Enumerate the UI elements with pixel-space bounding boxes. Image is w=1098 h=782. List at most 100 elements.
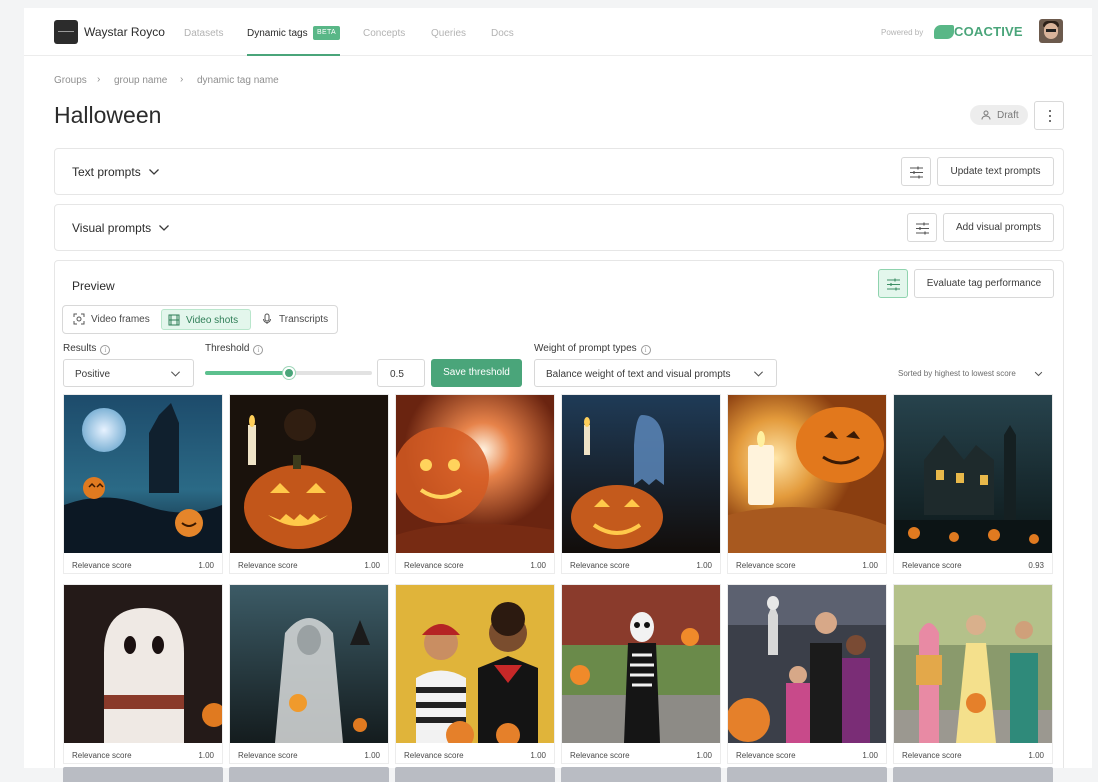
breadcrumb-group-name[interactable]: group name: [114, 75, 167, 86]
frame-icon: [73, 313, 85, 325]
nav-queries[interactable]: Queries: [431, 28, 466, 39]
relevance-score-value: 1.00: [364, 751, 380, 760]
threshold-slider-handle[interactable]: [283, 367, 295, 379]
relevance-score-label: Relevance score: [736, 751, 796, 760]
results-label-text: Results: [63, 343, 97, 354]
result-card-partial[interactable]: [893, 767, 1053, 782]
tab-video-shots[interactable]: Video shots: [161, 309, 251, 330]
relevance-score-label: Relevance score: [72, 751, 132, 760]
tab-label: Video frames: [91, 314, 150, 325]
info-icon[interactable]: i: [100, 345, 111, 355]
save-threshold-button[interactable]: Save threshold: [431, 359, 522, 387]
preview-mode-tabs: Video frames Video shots Transcripts: [62, 305, 338, 334]
result-card[interactable]: Relevance score 1.00: [727, 584, 887, 764]
result-card-partial[interactable]: [395, 767, 555, 782]
text-prompts-panel: Text prompts Update text prompts: [54, 148, 1064, 195]
nav-docs[interactable]: Docs: [491, 28, 514, 39]
chevron-down-icon[interactable]: [148, 168, 160, 176]
weight-select-value: Balance weight of text and visual prompt…: [546, 369, 731, 380]
sort-dropdown[interactable]: Sorted by highest to lowest score: [898, 369, 1043, 378]
tab-transcripts[interactable]: Transcripts: [255, 309, 335, 330]
result-card-partial[interactable]: [561, 767, 721, 782]
skeleton-costume-image: [562, 585, 720, 743]
result-card-partial[interactable]: [229, 767, 389, 782]
relevance-score-value: 1.00: [862, 561, 878, 570]
glowing-pumpkin-image: [396, 395, 554, 553]
result-card[interactable]: Relevance score 1.00: [395, 394, 555, 574]
result-card-partial[interactable]: [63, 767, 223, 782]
carved-pumpkin-image: [230, 395, 388, 553]
result-card[interactable]: Relevance score 1.00: [893, 584, 1053, 764]
preview-title: Preview: [72, 279, 115, 293]
breadcrumb-groups[interactable]: Groups: [54, 75, 87, 86]
user-avatar[interactable]: [1039, 19, 1063, 43]
threshold-label-text: Threshold: [205, 343, 250, 354]
veiled-bride-image: [230, 585, 388, 743]
more-options-button[interactable]: [1034, 101, 1064, 130]
relevance-score-value: 1.00: [198, 751, 214, 760]
add-visual-prompts-button[interactable]: Add visual prompts: [943, 213, 1054, 242]
nav-concepts[interactable]: Concepts: [363, 28, 405, 39]
sort-label: Sorted by highest to lowest score: [898, 369, 1016, 378]
relevance-score-value: 1.00: [1028, 751, 1044, 760]
visual-prompts-panel: Visual prompts Add visual prompts: [54, 204, 1064, 251]
powered-by-label: Powered by: [881, 28, 924, 37]
result-card-partial[interactable]: [727, 767, 887, 782]
chevron-down-icon: [753, 371, 764, 377]
relevance-score-label: Relevance score: [238, 561, 298, 570]
chevron-right-icon: ›: [180, 74, 184, 85]
nav-dynamic-tags[interactable]: Dynamic tags: [247, 28, 308, 39]
result-card[interactable]: Relevance score 1.00: [561, 584, 721, 764]
visual-prompt-settings-button[interactable]: [907, 213, 937, 242]
chevron-down-icon: [170, 371, 181, 377]
relevance-score-value: 1.00: [530, 561, 546, 570]
weight-select[interactable]: Balance weight of text and visual prompt…: [534, 359, 777, 387]
evaluate-tag-performance-button[interactable]: Evaluate tag performance: [914, 269, 1054, 298]
haunted-moon-image: [64, 395, 222, 553]
relevance-score-label: Relevance score: [404, 561, 464, 570]
org-name[interactable]: Waystar Royco: [84, 25, 165, 39]
result-card[interactable]: Relevance score 1.00: [727, 394, 887, 574]
tab-video-frames[interactable]: Video frames: [67, 309, 157, 330]
threshold-input[interactable]: 0.5: [377, 359, 425, 387]
threshold-slider[interactable]: [205, 367, 372, 379]
results-select[interactable]: Positive: [63, 359, 194, 387]
weight-label: Weight of prompt types i: [534, 343, 651, 355]
coactive-mark-icon: [934, 25, 954, 39]
relevance-score-value: 1.00: [530, 751, 546, 760]
status-badge[interactable]: Draft: [970, 105, 1028, 125]
visual-prompts-title[interactable]: Visual prompts: [72, 221, 151, 235]
results-select-value: Positive: [75, 369, 111, 380]
result-card[interactable]: Relevance score 1.00: [63, 584, 223, 764]
preview-settings-button[interactable]: [878, 269, 908, 298]
result-card[interactable]: Relevance score 1.00: [229, 584, 389, 764]
result-card[interactable]: Relevance score 1.00: [63, 394, 223, 574]
top-navigation-bar: Waystar Royco Datasets Dynamic tags BETA…: [24, 8, 1092, 56]
text-prompt-settings-button[interactable]: [901, 157, 931, 186]
relevance-score-label: Relevance score: [238, 751, 298, 760]
result-card[interactable]: Relevance score 1.00: [229, 394, 389, 574]
chevron-down-icon: [1034, 371, 1043, 377]
result-card[interactable]: Relevance score 1.00: [561, 394, 721, 574]
tab-label: Video shots: [186, 315, 239, 326]
chevron-down-icon[interactable]: [158, 224, 170, 232]
pumpkin-candles-image: [728, 395, 886, 553]
result-card[interactable]: Relevance score 1.00: [395, 584, 555, 764]
text-prompts-title[interactable]: Text prompts: [72, 165, 141, 179]
relevance-score-label: Relevance score: [72, 561, 132, 570]
relevance-score-value: 1.00: [198, 561, 214, 570]
result-card[interactable]: Relevance score 0.93: [893, 394, 1053, 574]
mic-icon: [263, 313, 271, 324]
family-costumes-image: [728, 585, 886, 743]
ghost-pumpkin-image: [562, 395, 720, 553]
haunted-house-image: [894, 395, 1052, 553]
update-text-prompts-button[interactable]: Update text prompts: [937, 157, 1054, 186]
ghost-costume-image: [64, 585, 222, 743]
relevance-score-label: Relevance score: [570, 751, 630, 760]
sliders-icon: [916, 222, 929, 235]
nav-datasets[interactable]: Datasets: [184, 28, 223, 39]
threshold-slider-fill: [205, 371, 289, 375]
info-icon[interactable]: i: [253, 345, 264, 355]
info-icon[interactable]: i: [640, 345, 651, 355]
org-logo[interactable]: [54, 20, 78, 44]
